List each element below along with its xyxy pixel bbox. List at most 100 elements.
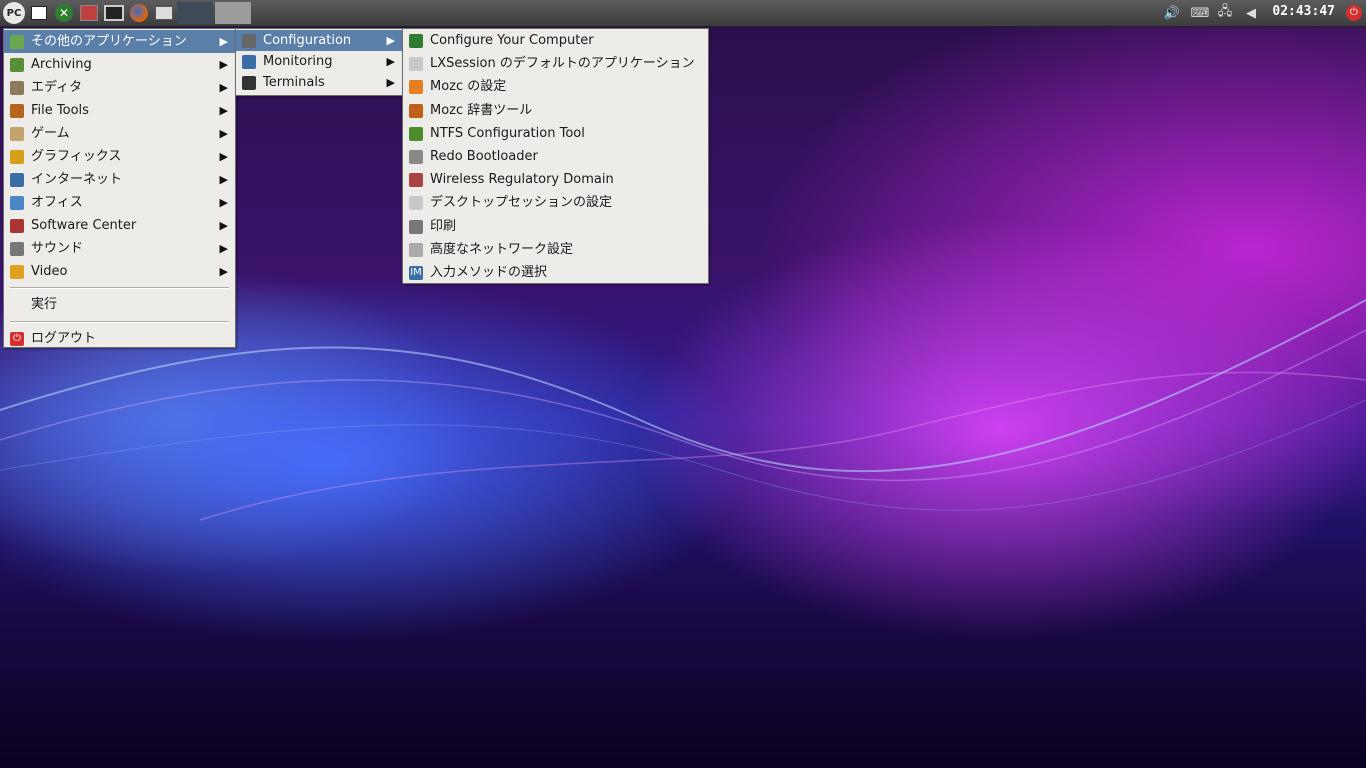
- main-menu-label: Archiving: [31, 57, 92, 72]
- logout-menu-item[interactable]: ⏻ ログアウト: [4, 327, 235, 351]
- firefox-icon[interactable]: [128, 2, 150, 24]
- config-menu-item[interactable]: Wireless Regulatory Domain: [403, 168, 708, 191]
- submenu-arrow-icon: ▶: [219, 242, 228, 255]
- submenu-arrow-icon: ▶: [219, 173, 228, 186]
- submenu-item[interactable]: Terminals ▶: [236, 72, 402, 93]
- game-icon: [10, 127, 24, 141]
- sound-icon: [10, 242, 24, 256]
- config-menu-label: デスクトップセッションの設定: [430, 195, 613, 211]
- graphics-icon: [10, 150, 24, 164]
- submenu-item[interactable]: Configuration ▶: [236, 30, 402, 51]
- video-icon: [10, 265, 24, 279]
- config-menu-item[interactable]: NTFS Configuration Tool: [403, 122, 708, 145]
- submenu-arrow-icon: ▶: [219, 196, 228, 209]
- submenu-item[interactable]: Monitoring ▶: [236, 51, 402, 72]
- submenu-arrow-icon: ▶: [219, 35, 228, 48]
- main-menu-item[interactable]: Video ▶: [4, 260, 235, 283]
- config-menu-label: LXSession のデフォルトのアプリケーション: [430, 56, 695, 72]
- editor-icon: [10, 81, 24, 95]
- main-menu-label: グラフィックス: [31, 149, 122, 164]
- main-menu-label: オフィス: [31, 195, 83, 210]
- taskbar-window-button-1[interactable]: [177, 2, 213, 24]
- submenu-label: Configuration: [263, 33, 352, 48]
- config-menu-label: Redo Bootloader: [430, 148, 538, 164]
- config-menu-item[interactable]: LXSession のデフォルトのアプリケーション: [403, 52, 708, 75]
- show-desktop-icon[interactable]: [28, 2, 50, 24]
- menu-separator: [10, 321, 229, 323]
- run-menu-item[interactable]: 実行: [4, 293, 235, 317]
- main-menu-item[interactable]: ゲーム ▶: [4, 122, 235, 145]
- submenu-arrow-icon: ▶: [219, 219, 228, 232]
- submenu-arrow-icon: ▶: [386, 34, 395, 47]
- run-label: 実行: [31, 297, 58, 312]
- main-menu-label: Software Center: [31, 218, 137, 233]
- main-menu-label: その他のアプリケーション: [31, 34, 187, 49]
- config-menu-item[interactable]: Mozc 辞書ツール: [403, 99, 708, 122]
- apps-icon: [10, 35, 24, 49]
- config-menu-item[interactable]: IM 入力メソッドの選択: [403, 261, 708, 284]
- main-menu-item[interactable]: グラフィックス ▶: [4, 145, 235, 168]
- config-menu-item[interactable]: Mozc の設定: [403, 75, 708, 98]
- monitoring-icon: [242, 55, 256, 69]
- archive-icon: [10, 58, 24, 72]
- config-menu-label: Mozc 辞書ツール: [430, 102, 533, 118]
- xbox-icon: [409, 34, 423, 48]
- main-menu-label: インターネット: [31, 172, 123, 187]
- submenu-label: Terminals: [263, 75, 325, 90]
- config-menu-item[interactable]: Redo Bootloader: [403, 145, 708, 168]
- power-icon[interactable]: ⏻: [1343, 3, 1365, 23]
- printer-icon: [409, 219, 423, 234]
- clock[interactable]: 02:43:47: [1272, 4, 1335, 19]
- windows-icon[interactable]: [153, 2, 175, 24]
- main-menu-item[interactable]: その他のアプリケーション ▶: [4, 30, 235, 53]
- main-menu-item[interactable]: サウンド ▶: [4, 237, 235, 260]
- taskbar: PC ✕ 🔊 ⌨ 🖧 ◀ 02:43:47 ⏻: [0, 0, 1366, 27]
- config-menu-item[interactable]: デスクトップセッションの設定: [403, 191, 708, 214]
- monitor-icon[interactable]: [103, 2, 125, 24]
- gear-icon: [409, 80, 423, 95]
- main-menu-label: File Tools: [31, 103, 89, 118]
- network-status-icon[interactable]: 🖧: [1214, 3, 1236, 23]
- main-menu-label: ゲーム: [31, 126, 70, 141]
- main-menu-item[interactable]: インターネット ▶: [4, 168, 235, 191]
- configuration-icon: [242, 34, 256, 48]
- input-method-icon: IM: [409, 265, 423, 280]
- ntfs-icon: [409, 126, 423, 141]
- config-menu-label: Wireless Regulatory Domain: [430, 172, 614, 188]
- terminal-icon: [242, 76, 256, 90]
- submenu-arrow-icon: ▶: [219, 58, 228, 71]
- main-menu-item[interactable]: Archiving ▶: [4, 53, 235, 76]
- volume-tray-icon[interactable]: 🔊: [1161, 3, 1183, 23]
- config-menu-label: 高度なネットワーク設定: [430, 241, 574, 257]
- config-menu-item[interactable]: 印刷: [403, 215, 708, 238]
- dictionary-icon: [409, 103, 423, 118]
- logout-label: ログアウト: [31, 331, 97, 346]
- config-menu-label: 印刷: [430, 218, 457, 234]
- config-menu-label: Configure Your Computer: [430, 33, 594, 48]
- taskbar-window-button-2[interactable]: [215, 2, 251, 24]
- submenu-arrow-icon: ▶: [386, 55, 395, 68]
- network-tools-icon[interactable]: [78, 2, 100, 24]
- main-menu-item[interactable]: Software Center ▶: [4, 214, 235, 237]
- other-apps-submenu: Configuration ▶ Monitoring ▶ Terminals ▶: [235, 28, 403, 96]
- main-menu-label: エディタ: [31, 80, 83, 95]
- configuration-submenu: Configure Your Computer LXSession のデフォルトの…: [402, 28, 709, 284]
- wireless-tools-icon: [409, 173, 423, 188]
- submenu-arrow-icon: ▶: [219, 127, 228, 140]
- config-menu-label: NTFS Configuration Tool: [430, 125, 585, 141]
- main-menu-item[interactable]: エディタ ▶: [4, 76, 235, 99]
- keyboard-icon[interactable]: ⌨: [1189, 3, 1211, 23]
- submenu-arrow-icon: ▶: [219, 150, 228, 163]
- main-menu-item[interactable]: File Tools ▶: [4, 99, 235, 122]
- main-menu-item[interactable]: オフィス ▶: [4, 191, 235, 214]
- submenu-label: Monitoring: [263, 54, 333, 69]
- xbox-icon[interactable]: ✕: [53, 2, 75, 24]
- config-menu-item[interactable]: Configure Your Computer: [403, 29, 708, 52]
- session-icon: [409, 196, 423, 211]
- lxsession-icon: [409, 57, 423, 72]
- menu-icon[interactable]: PC: [3, 2, 25, 24]
- config-menu-label: Mozc の設定: [430, 79, 507, 95]
- speaker-icon[interactable]: ◀: [1240, 3, 1262, 23]
- tools-icon: [409, 149, 423, 164]
- config-menu-item[interactable]: 高度なネットワーク設定: [403, 238, 708, 261]
